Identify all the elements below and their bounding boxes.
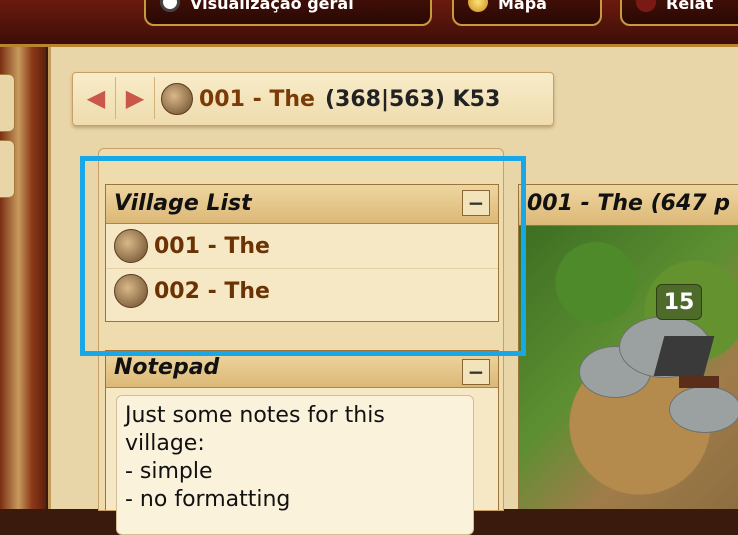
nav-tab-map[interactable]: Mapa (452, 0, 602, 26)
notepad-collapse-button[interactable]: − (462, 359, 490, 385)
notepad-header: Notepad − (106, 351, 498, 388)
notepad-line: - no formatting (125, 487, 291, 512)
overview-icon (160, 0, 180, 12)
notepad-line: village: (125, 431, 205, 456)
building-level-badge[interactable]: 15 (656, 284, 702, 320)
notepad-title: Notepad (114, 355, 220, 380)
village-header-bar: ◀ ▶ 001 - The (368|563) K53 (72, 72, 554, 126)
notepad-line: Just some notes for this (125, 403, 385, 428)
village-name: 001 - The (199, 86, 315, 112)
nav-tab-overview[interactable]: Visualização geral (144, 0, 432, 26)
highlight-box (80, 156, 526, 356)
notepad-panel: Notepad − Just some notes for this villa… (105, 350, 499, 535)
village-coordinates: (368|563) K53 (324, 86, 501, 112)
nav-tab-reports-label: Relat (666, 0, 714, 13)
village-title[interactable]: 001 - The (368|563) K53 (161, 83, 500, 115)
side-button-top[interactable] (0, 74, 15, 132)
nav-tab-map-label: Mapa (498, 0, 547, 13)
village-icon (161, 83, 193, 115)
notepad-line: - simple (125, 459, 213, 484)
top-navigation: Visualização geral Mapa Relat (0, 0, 738, 47)
map-panel-title: 001 - The (647 p (518, 184, 738, 226)
rock-formation (669, 386, 738, 433)
side-button-second[interactable] (0, 140, 15, 198)
map-icon (468, 0, 488, 12)
mine-building[interactable] (653, 336, 715, 376)
arrow-left-icon: ◀ (86, 84, 106, 112)
village-map[interactable] (518, 226, 738, 509)
nav-tab-overview-label: Visualização geral (190, 0, 354, 13)
previous-village-button[interactable]: ◀ (77, 77, 116, 119)
notepad-textarea[interactable]: Just some notes for this village: - simp… (116, 395, 474, 535)
reports-icon (636, 0, 656, 12)
arrow-right-icon: ▶ (125, 84, 145, 112)
cart-track (679, 376, 719, 388)
nav-tab-reports[interactable]: Relat (620, 0, 738, 26)
next-village-button[interactable]: ▶ (116, 77, 155, 119)
